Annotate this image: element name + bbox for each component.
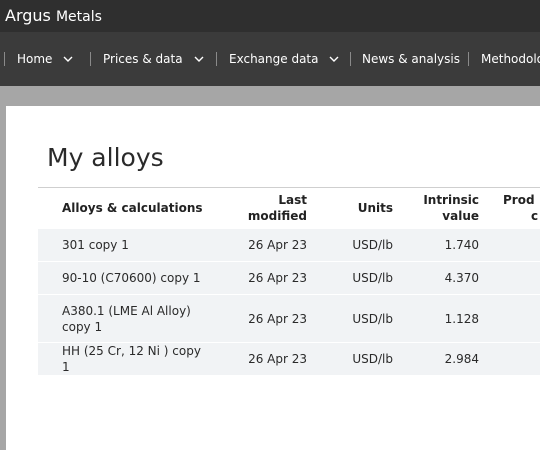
intrinsic-value: 1.128 — [444, 311, 479, 326]
last-modified: 26 Apr 23 — [248, 271, 307, 285]
last-modified: 26 Apr 23 — [248, 352, 307, 366]
nav-item-news-analysis[interactable]: News & analysis — [350, 32, 460, 86]
nav-item-label: Prices & data — [103, 52, 183, 66]
nav-item-exchange-data[interactable]: Exchange data — [216, 32, 340, 86]
last-modified: 26 Apr 23 — [248, 238, 307, 252]
table-row[interactable]: HH (25 Cr, 12 Ni ) copy 1 26 Apr 23 USD/… — [38, 343, 540, 376]
column-header-modified-line2: modified — [247, 209, 307, 223]
alloy-name[interactable]: 301 copy 1 — [62, 237, 212, 253]
page-title: My alloys — [47, 143, 164, 172]
last-modified: 26 Apr 23 — [248, 311, 307, 326]
nav-item-label: Home — [17, 52, 53, 66]
intrinsic-value: 1.740 — [444, 238, 479, 252]
column-header-name[interactable]: Alloys & calculations — [62, 200, 212, 216]
column-header-modified-line1: Last — [278, 193, 307, 207]
table-header: Alloys & calculations Last modified Unit… — [38, 188, 540, 229]
nav-item-label: Exchange data — [229, 52, 319, 66]
table-row[interactable]: A380.1 (LME Al Alloy) copy 1 26 Apr 23 U… — [38, 295, 540, 343]
top-bar: Argus Metals — [0, 0, 540, 32]
main-navigation: Home Prices & data Exchange data News & … — [0, 32, 540, 86]
column-header-modified[interactable]: Last modified — [212, 192, 307, 224]
intrinsic-value: 2.984 — [444, 352, 479, 366]
nav-item-home[interactable]: Home — [4, 32, 74, 86]
chevron-down-icon — [194, 56, 204, 62]
table-row[interactable]: 90-10 (C70600) copy 1 26 Apr 23 USD/lb 4… — [38, 262, 540, 295]
units: USD/lb — [352, 311, 393, 326]
alloys-table: Alloys & calculations Last modified Unit… — [38, 187, 540, 376]
chevron-down-icon — [63, 56, 73, 62]
nav-item-methodology[interactable]: Methodolog — [468, 32, 540, 86]
column-header-product-line2: c — [531, 209, 539, 223]
nav-item-prices-data[interactable]: Prices & data — [90, 32, 205, 86]
nav-item-label: Methodolog — [481, 52, 540, 66]
nav-item-label: News & analysis — [362, 52, 460, 66]
column-header-intrinsic-value[interactable]: Intrinsic value — [398, 192, 479, 224]
units: USD/lb — [352, 238, 393, 252]
brand-logo[interactable]: Argus Metals — [5, 6, 102, 25]
content-panel: My alloys Alloys & calculations Last mod… — [6, 106, 540, 450]
table-row[interactable]: 301 copy 1 26 Apr 23 USD/lb 1.740 — [38, 229, 540, 262]
brand-name: Argus — [5, 6, 51, 25]
alloy-name[interactable]: HH (25 Cr, 12 Ni ) copy 1 — [62, 343, 212, 375]
column-header-units[interactable]: Units — [308, 200, 393, 216]
units: USD/lb — [352, 271, 393, 285]
units: USD/lb — [352, 352, 393, 366]
column-header-product[interactable]: Prod c — [503, 192, 540, 224]
column-header-value-line1: Intrinsic — [423, 193, 479, 207]
alloy-name[interactable]: A380.1 (LME Al Alloy) copy 1 — [62, 303, 202, 335]
page-backdrop — [0, 86, 540, 106]
alloy-name[interactable]: 90-10 (C70600) copy 1 — [62, 270, 212, 286]
column-header-value-line2: value — [442, 209, 479, 223]
intrinsic-value: 4.370 — [444, 271, 479, 285]
brand-product: Metals — [55, 9, 102, 25]
chevron-down-icon — [329, 56, 339, 62]
column-header-product-line1: Prod — [503, 193, 535, 207]
